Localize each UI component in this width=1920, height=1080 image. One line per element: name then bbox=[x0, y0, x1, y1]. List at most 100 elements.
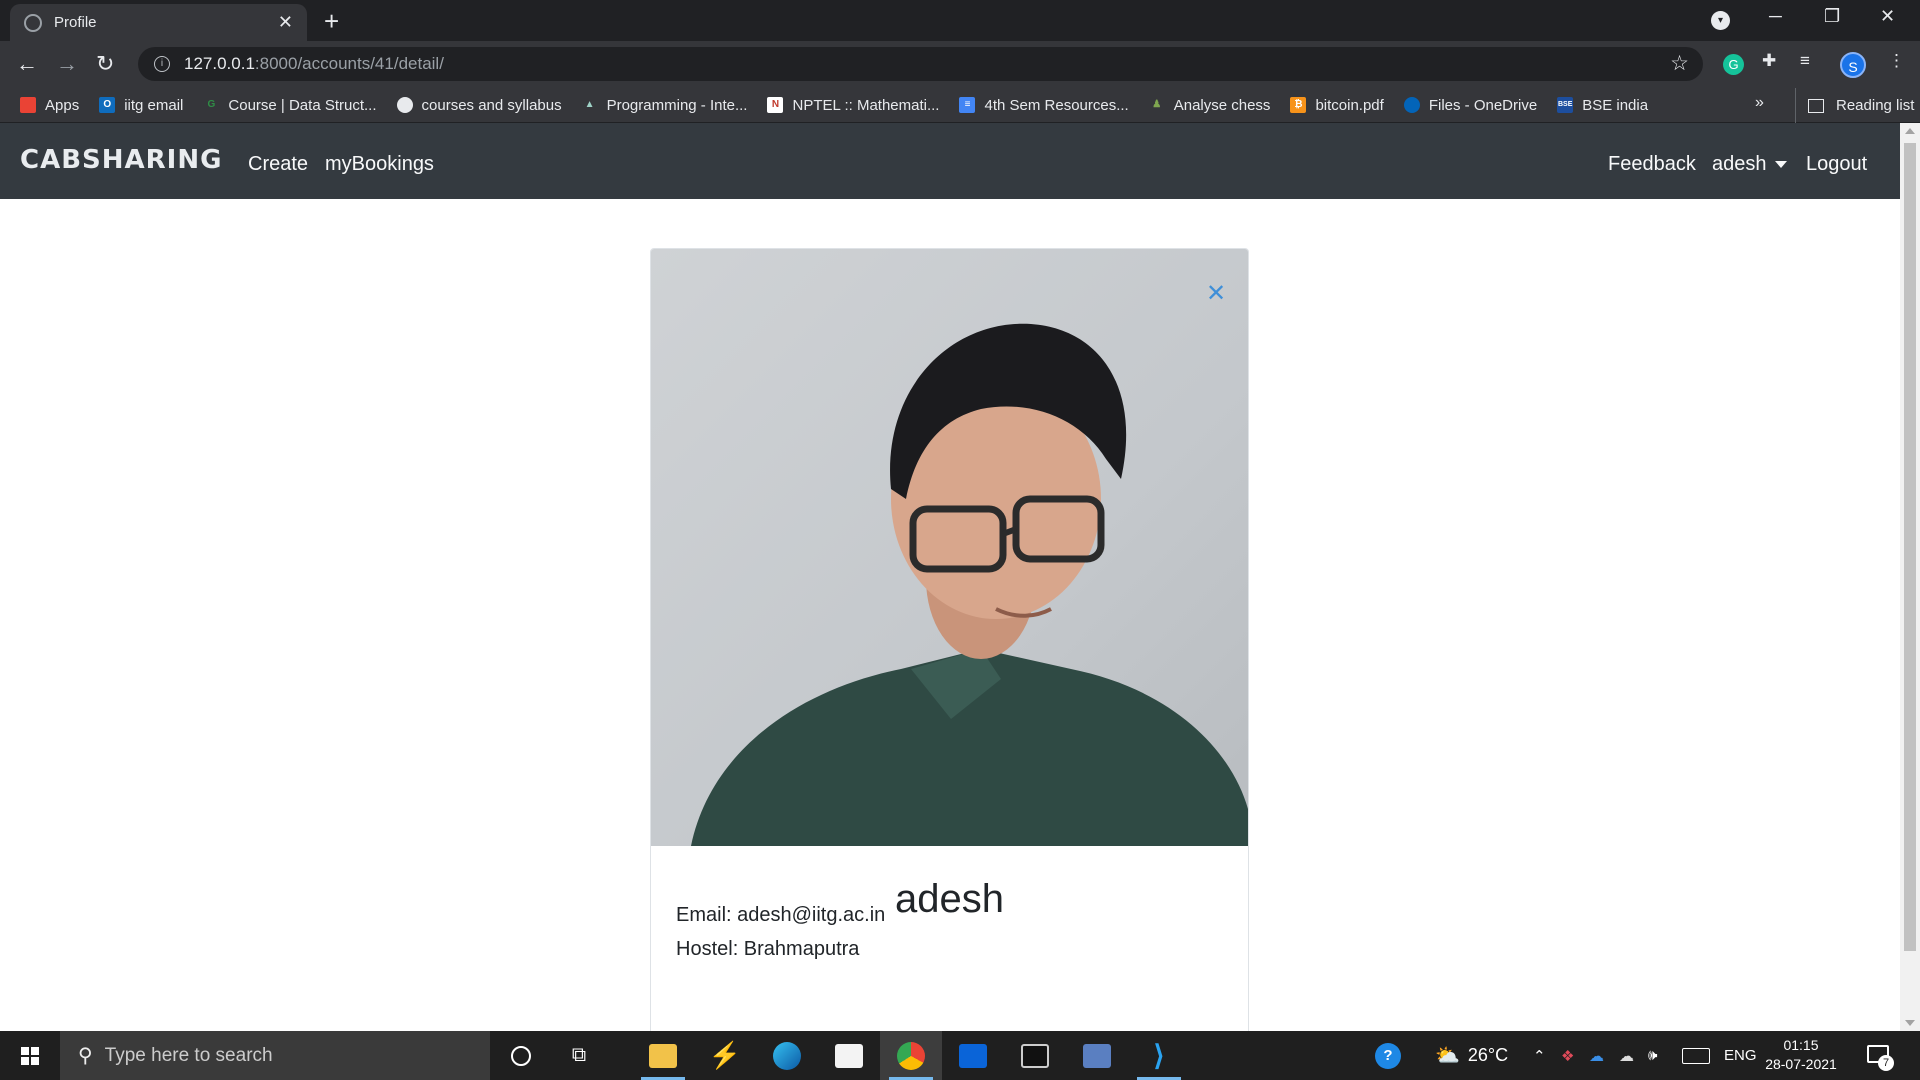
bookmarks-overflow-icon[interactable]: » bbox=[1755, 94, 1764, 112]
taskbar-mail[interactable] bbox=[942, 1031, 1004, 1080]
cortana-circle-icon bbox=[511, 1045, 531, 1066]
close-window-button[interactable]: ✕ bbox=[1880, 6, 1895, 27]
mail-icon bbox=[959, 1043, 987, 1068]
tray-language[interactable]: ENG bbox=[1724, 1031, 1757, 1080]
browser-toolbar: ← → ↻ i 127.0.0.1:8000/accounts/41/detai… bbox=[0, 41, 1920, 88]
bookmark-iitg-email[interactable]: Oiitg email bbox=[99, 97, 183, 114]
bookmark-star-icon[interactable]: ☆ bbox=[1670, 51, 1689, 76]
task-view-icon: ⧉ bbox=[571, 1044, 587, 1066]
tray-weather[interactable]: ⛅ 26°C bbox=[1435, 1031, 1508, 1080]
nav-logout-link[interactable]: Logout bbox=[1806, 153, 1867, 176]
chess-pawn-icon: ♟ bbox=[1152, 99, 1162, 110]
forward-arrow-icon[interactable]: → bbox=[56, 51, 78, 77]
tray-volume[interactable]: 🕪 bbox=[1648, 1031, 1657, 1080]
cloud-icon bbox=[1403, 97, 1420, 113]
reading-list-icon bbox=[1808, 98, 1824, 113]
vscode-icon: ⟩ bbox=[1153, 1040, 1165, 1071]
taskbar-edge[interactable] bbox=[756, 1031, 818, 1080]
bookmark-label: Apps bbox=[45, 96, 80, 114]
bookmark-onedrive[interactable]: Files - OneDrive bbox=[1403, 97, 1537, 114]
cloud-icon: ☁ bbox=[1619, 1047, 1634, 1065]
taskbar-app-blue[interactable]: ⚡ bbox=[694, 1031, 756, 1080]
onedrive-cloud-icon: ☁ bbox=[1589, 1047, 1604, 1065]
tray-onedrive[interactable]: ☁ bbox=[1589, 1031, 1604, 1080]
bookmark-course[interactable]: G Course | Data Struct... bbox=[203, 97, 377, 114]
reload-icon[interactable]: ↻ bbox=[96, 51, 114, 77]
taskbar-file-explorer[interactable] bbox=[632, 1031, 694, 1080]
bookmark-apps[interactable]: Apps bbox=[20, 97, 79, 114]
task-view-button[interactable]: ⧉ bbox=[548, 1031, 610, 1080]
browser-tab-profile[interactable]: Profile ✕ bbox=[10, 4, 307, 41]
scroll-down-arrow-icon[interactable] bbox=[1905, 1020, 1915, 1026]
tray-help[interactable]: ? bbox=[1375, 1031, 1401, 1080]
speaker-icon: 🕪 bbox=[1648, 1047, 1658, 1064]
globe-icon bbox=[24, 13, 42, 32]
address-bar[interactable]: i 127.0.0.1:8000/accounts/41/detail/ ☆ bbox=[138, 47, 1703, 81]
tray-overflow[interactable]: ⌃ bbox=[1533, 1031, 1546, 1080]
bookmark-label: Analyse chess bbox=[1173, 96, 1271, 114]
back-arrow-icon[interactable]: ← bbox=[16, 51, 38, 77]
site-brand-logo[interactable]: CABSHARING bbox=[20, 145, 222, 175]
bookmark-courses-syllabus[interactable]: courses and syllabus bbox=[396, 97, 562, 114]
web-page: CABSHARING Create myBookings Feedback ad… bbox=[0, 123, 1900, 1031]
mountain-icon: ▲ bbox=[584, 99, 595, 110]
keyboard-icon bbox=[1682, 1047, 1710, 1064]
browser-tab-strip: Profile ✕ + ▾ ─ ❐ ✕ bbox=[0, 0, 1920, 41]
terminal-icon bbox=[1021, 1043, 1049, 1068]
bookmark-nptel[interactable]: N NPTEL :: Mathemati... bbox=[767, 97, 939, 114]
tab-title: Profile bbox=[54, 14, 97, 31]
scroll-thumb[interactable] bbox=[1904, 143, 1916, 951]
nav-create-link[interactable]: Create bbox=[248, 153, 308, 176]
grammarly-extension-icon[interactable]: G bbox=[1723, 54, 1744, 75]
page-scrollbar[interactable] bbox=[1900, 123, 1920, 1031]
taskbar-search-box[interactable]: ⚲ Type here to search bbox=[60, 1031, 490, 1080]
menu-kebab-icon[interactable]: ⋮ bbox=[1888, 51, 1905, 71]
bookmarks-bar: Apps Oiitg email G Course | Data Struct..… bbox=[0, 88, 1920, 123]
extensions-puzzle-icon[interactable]: ✚ bbox=[1762, 51, 1776, 71]
nav-user-dropdown[interactable]: adesh bbox=[1712, 153, 1787, 176]
bookmark-bitcoin-pdf[interactable]: ₿ bitcoin.pdf bbox=[1290, 96, 1384, 114]
cortana-button[interactable] bbox=[490, 1031, 552, 1080]
media-control-icon[interactable]: ≡ bbox=[1800, 51, 1810, 71]
bitcoin-icon: ₿ bbox=[1290, 97, 1307, 113]
windows-logo-icon bbox=[21, 1047, 39, 1065]
tab-search-icon[interactable]: ▾ bbox=[1711, 11, 1730, 30]
bookmark-analyse-chess[interactable]: ♟ Analyse chess bbox=[1149, 96, 1271, 114]
new-tab-button[interactable]: + bbox=[324, 6, 339, 37]
search-placeholder: Type here to search bbox=[104, 1044, 273, 1066]
scroll-up-arrow-icon[interactable] bbox=[1905, 128, 1915, 134]
windows-taskbar: ⚲ Type here to search ⧉ ⚡ ⟩ ? ⛅ 26°C ⌃ ❖… bbox=[0, 1031, 1920, 1080]
bookmark-programming[interactable]: ▲ Programming - Inte... bbox=[582, 97, 748, 114]
nav-feedback-link[interactable]: Feedback bbox=[1608, 153, 1696, 176]
store-bag-icon bbox=[835, 1043, 863, 1068]
close-icon[interactable]: ✕ bbox=[1206, 279, 1226, 308]
tray-clock[interactable]: 01:15 28-07-2021 bbox=[1761, 1036, 1841, 1074]
reading-list-label: Reading list bbox=[1836, 97, 1915, 114]
restore-button[interactable]: ❐ bbox=[1824, 6, 1840, 27]
bookmark-label: iitg email bbox=[124, 96, 184, 114]
taskbar-app-monitor[interactable] bbox=[1066, 1031, 1128, 1080]
tray-onedrive-personal[interactable]: ☁ bbox=[1619, 1031, 1634, 1080]
start-button[interactable] bbox=[0, 1031, 60, 1080]
apps-grid-icon bbox=[20, 97, 36, 113]
bookmark-bse-india[interactable]: BSE BSE india bbox=[1557, 97, 1648, 114]
notification-count-badge: 7 bbox=[1878, 1055, 1894, 1071]
taskbar-vscode[interactable]: ⟩ bbox=[1128, 1031, 1190, 1080]
taskbar-store[interactable] bbox=[818, 1031, 880, 1080]
tab-close-icon[interactable]: ✕ bbox=[278, 12, 293, 33]
taskbar-terminal[interactable] bbox=[1004, 1031, 1066, 1080]
reading-list-button[interactable]: Reading list bbox=[1795, 88, 1914, 123]
edge-icon bbox=[773, 1041, 801, 1070]
nptel-icon: N bbox=[767, 97, 784, 113]
tray-keyboard[interactable] bbox=[1682, 1031, 1710, 1080]
nav-mybookings-link[interactable]: myBookings bbox=[325, 153, 434, 176]
taskbar-chrome[interactable] bbox=[880, 1031, 942, 1080]
bookmark-label: bitcoin.pdf bbox=[1315, 96, 1384, 114]
site-info-icon[interactable]: i bbox=[154, 56, 170, 72]
profile-avatar[interactable]: S bbox=[1840, 52, 1866, 78]
caret-down-icon bbox=[1774, 161, 1787, 169]
bookmark-4th-sem[interactable]: ≡ 4th Sem Resources... bbox=[959, 97, 1129, 114]
tray-dropbox[interactable]: ❖ bbox=[1561, 1031, 1574, 1080]
url-path: :8000/accounts/41/detail/ bbox=[254, 54, 444, 73]
minimize-button[interactable]: ─ bbox=[1769, 6, 1782, 27]
